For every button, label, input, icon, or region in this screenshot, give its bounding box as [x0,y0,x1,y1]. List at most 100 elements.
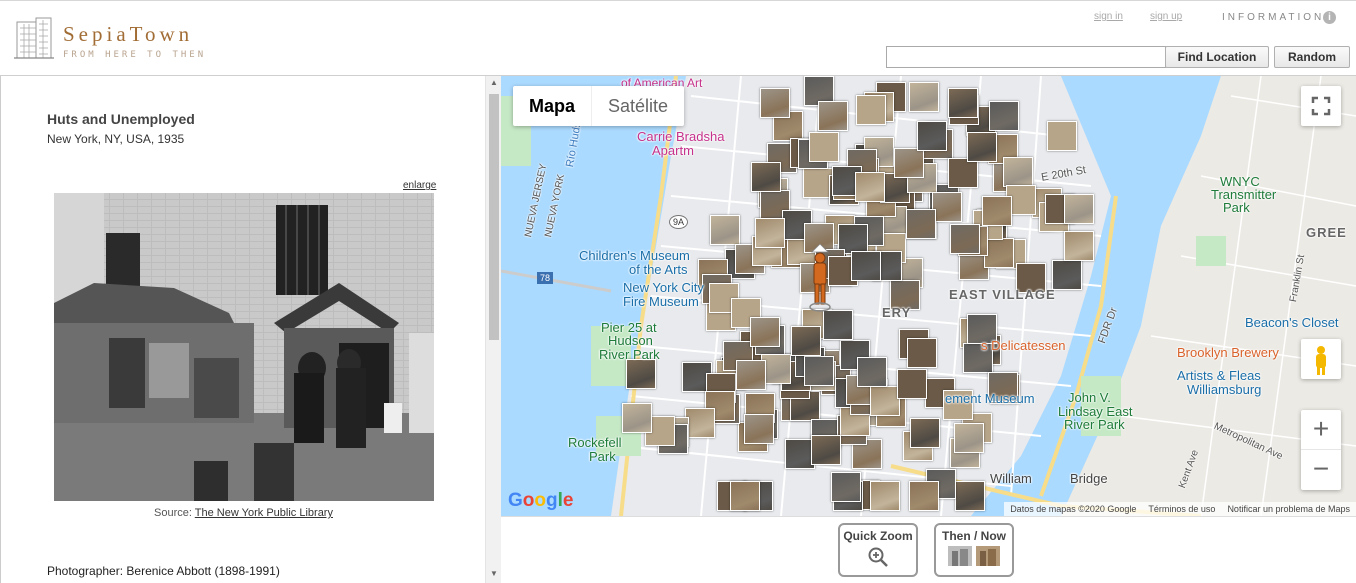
photo-marker[interactable] [988,101,1019,132]
photo-marker[interactable] [950,223,981,254]
map-label-artists-2: Williamsburg [1187,382,1262,397]
building-logo-icon[interactable] [14,14,54,60]
map-label-nycity-2: Fire Museum [623,294,699,309]
photo-marker[interactable] [810,435,841,466]
photo-marker[interactable] [1051,260,1082,291]
photo-marker[interactable] [869,481,900,511]
photo-marker[interactable] [736,360,767,391]
photo-marker[interactable] [896,368,927,399]
sign-in-link[interactable]: sign in [1094,11,1123,22]
location-search-input[interactable] [886,46,1166,68]
then-now-button[interactable]: Then / Now [934,523,1014,577]
photo-marker[interactable] [947,157,978,188]
photo-marker[interactable] [1063,230,1094,261]
map-label-wnyc-3: Park [1223,200,1250,215]
photo-marker[interactable] [953,423,984,454]
map-type-control: Mapa Satélite [513,86,685,126]
map-type-satellite-button[interactable]: Satélite [591,86,684,126]
map-label-carrie: Carrie Bradsha [637,129,725,144]
photo-marker[interactable] [1064,194,1095,225]
map-label-rockefeller-2: Park [589,449,616,464]
fullscreen-icon [1311,96,1331,116]
sign-up-link[interactable]: sign up [1150,11,1182,22]
attribution-terms-link[interactable]: Términos de uso [1148,502,1215,516]
route-78-shield: 78 [537,272,554,284]
pegman-control[interactable] [1301,339,1341,379]
brand-name[interactable]: SepiaTown [63,22,193,47]
photo-marker[interactable] [908,481,939,511]
photo-marker[interactable] [626,359,657,390]
map-label-pier-2: Hudson [608,333,653,348]
photo-marker[interactable] [931,192,962,223]
map-view[interactable]: of American Art Carrie Bradsha Apartm Ch… [501,76,1356,516]
photo-marker[interactable] [759,87,790,118]
photo-marker[interactable] [749,317,780,348]
zoom-in-icon[interactable]: + [1301,410,1341,450]
photo-marker[interactable] [1047,121,1078,152]
photographer-credit: Photographer: Berenice Abbott (1898-1991… [47,564,280,578]
random-button[interactable]: Random [1274,46,1350,68]
map-label-lindsay-3: River Park [1064,417,1125,432]
quick-zoom-label: Quick Zoom [843,529,913,543]
photo-marker[interactable] [856,357,887,388]
route-9a-shield: 9A [669,215,689,229]
photo-marker[interactable] [751,161,781,192]
scroll-up-arrow-icon[interactable]: ▲ [490,78,498,87]
attribution-report-link[interactable]: Notificar un problema de Maps [1227,502,1350,516]
map-tools-bar: Quick Zoom Then / Now [501,516,1356,583]
source-label: Source: [154,507,192,519]
zoom-out-icon[interactable]: − [1301,450,1341,490]
map-label-brooklyn-brewery: Brooklyn Brewery [1177,345,1279,360]
find-location-button[interactable]: Find Location [1165,46,1269,68]
map-type-map-button[interactable]: Mapa [513,86,591,126]
photo-marker[interactable] [818,101,849,132]
photo-marker[interactable] [909,81,940,112]
photo-marker[interactable] [909,417,940,448]
photo-marker[interactable] [894,148,925,179]
photo-marker[interactable] [685,407,716,438]
historic-photo[interactable] [54,193,434,501]
photo-marker[interactable] [730,481,761,511]
scroll-down-arrow-icon[interactable]: ▼ [490,569,498,578]
magnifier-zoom-icon [868,547,888,567]
photo-marker[interactable] [709,215,740,246]
then-now-label: Then / Now [942,529,1006,543]
map-label-williamsburg-bridge: William [990,471,1032,486]
fullscreen-button[interactable] [1301,86,1341,126]
map-label-childrens-2: of the Arts [629,262,688,277]
information-link[interactable]: INFORMATION [1222,12,1324,23]
site-header: SepiaTown FROM HERE TO THEN sign in sign… [0,0,1356,76]
photo-marker[interactable] [982,196,1013,227]
photo-marker[interactable] [947,87,978,118]
source-link[interactable]: The New York Public Library [195,507,333,519]
photo-marker[interactable] [850,251,881,282]
photo-marker[interactable] [822,310,853,341]
photo-marker[interactable] [906,208,937,239]
photo-marker[interactable] [621,403,652,434]
photo-marker[interactable] [966,132,997,163]
photo-marker[interactable] [809,131,840,162]
photo-marker[interactable] [1002,157,1033,188]
photo-marker[interactable] [830,471,861,502]
left-panel-scrollbar[interactable]: ▲ ▼ [485,76,501,583]
photo-marker[interactable] [803,356,834,387]
photo-marker[interactable] [856,95,886,126]
street-view-pegman-icon[interactable] [806,244,834,312]
scroll-thumb[interactable] [489,94,499,340]
pegman-icon [1316,346,1326,375]
google-logo[interactable]: Google [508,490,573,512]
enlarge-link[interactable]: enlarge [403,180,436,191]
map-label-nycity-1: New York City [623,280,704,295]
map-label-bridge: Bridge [1070,471,1108,486]
photo-marker[interactable] [755,217,786,248]
photo-marker[interactable] [984,237,1015,268]
photo-marker[interactable] [743,414,774,445]
photo-marker[interactable] [791,325,822,356]
photo-marker[interactable] [855,171,886,202]
photo-marker[interactable] [954,481,985,511]
photo-marker[interactable] [917,121,948,152]
info-icon[interactable]: i [1323,11,1336,24]
map-attribution: Datos de mapas ©2020 Google Términos de … [1004,502,1356,516]
photo-marker[interactable] [906,337,937,368]
quick-zoom-button[interactable]: Quick Zoom [838,523,918,577]
